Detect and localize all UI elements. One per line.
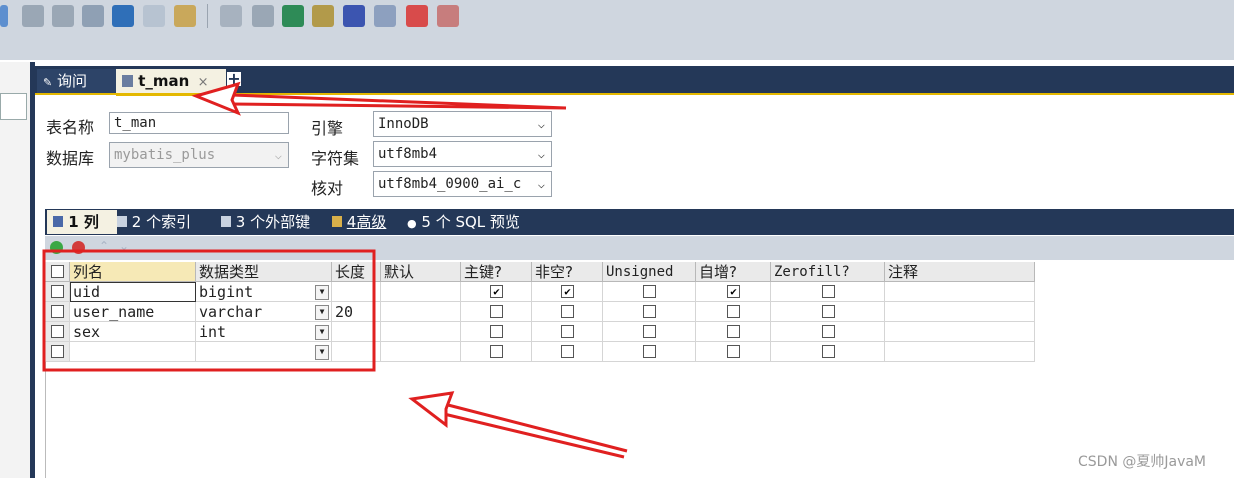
annotation-arrow-tab: [191, 81, 567, 116]
annotation-arrow-grid: [408, 391, 628, 459]
annotation-layer: [42, 81, 628, 459]
annotation-highlight-box: [42, 249, 376, 372]
